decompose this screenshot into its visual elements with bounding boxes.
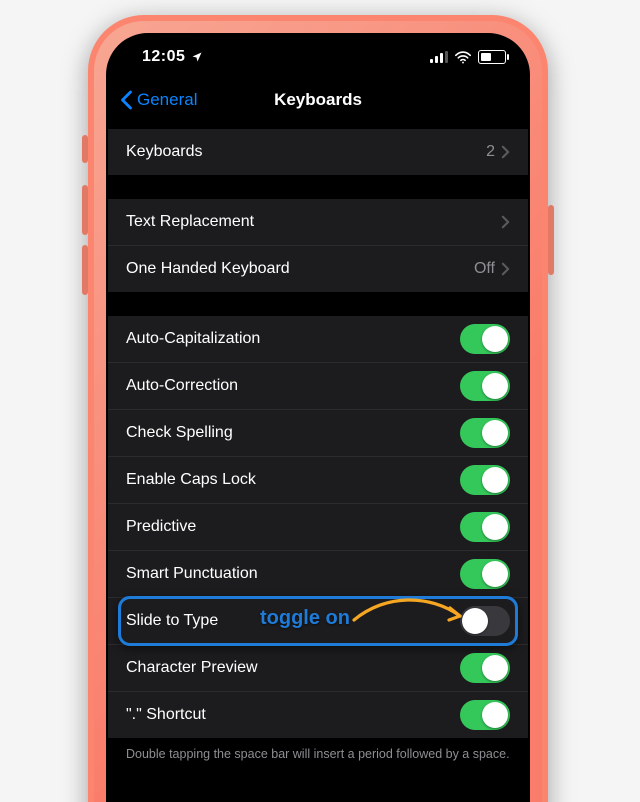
volume-up-button xyxy=(82,185,88,235)
row-value: Off xyxy=(474,260,495,278)
mute-switch xyxy=(82,135,88,163)
volume-down-button xyxy=(82,245,88,295)
row-auto-correction: Auto-Correction xyxy=(108,363,528,410)
row-label: Text Replacement xyxy=(126,213,501,231)
toggle-auto-correction[interactable] xyxy=(460,371,510,401)
row-label: Auto-Capitalization xyxy=(126,330,460,348)
battery-icon xyxy=(478,50,506,64)
row-text-replacement[interactable]: Text Replacement xyxy=(108,199,528,246)
chevron-right-icon xyxy=(501,262,510,276)
row-period-shortcut: "." Shortcut xyxy=(108,692,528,738)
section-keyboards: Keyboards 2 xyxy=(108,129,528,175)
nav-bar: General Keyboards xyxy=(108,79,528,121)
row-check-spelling: Check Spelling xyxy=(108,410,528,457)
wifi-icon xyxy=(454,51,472,64)
screen: 12:05 xyxy=(106,33,530,802)
row-predictive: Predictive xyxy=(108,504,528,551)
chevron-left-icon xyxy=(120,90,133,110)
row-enable-caps-lock: Enable Caps Lock xyxy=(108,457,528,504)
row-label: Enable Caps Lock xyxy=(126,471,460,489)
toggle-predictive[interactable] xyxy=(460,512,510,542)
row-label: Check Spelling xyxy=(126,424,460,442)
chevron-right-icon xyxy=(501,145,510,159)
back-label: General xyxy=(137,90,197,110)
toggle-smart-punctuation[interactable] xyxy=(460,559,510,589)
section-text-entry: Text Replacement One Handed Keyboard Off xyxy=(108,199,528,292)
location-icon xyxy=(191,51,203,63)
toggle-slide-to-type[interactable] xyxy=(460,606,510,636)
row-value: 2 xyxy=(486,143,495,161)
page-title: Keyboards xyxy=(274,90,362,110)
cellular-signal-icon xyxy=(430,51,448,63)
row-keyboards[interactable]: Keyboards 2 xyxy=(108,129,528,175)
row-label: Slide to Type xyxy=(126,612,460,630)
section-keyboard-options: Auto-Capitalization Auto-Correction Chec… xyxy=(108,316,528,738)
row-label: One Handed Keyboard xyxy=(126,260,474,278)
row-label: Character Preview xyxy=(126,659,460,677)
toggle-character-preview[interactable] xyxy=(460,653,510,683)
row-smart-punctuation: Smart Punctuation xyxy=(108,551,528,598)
row-auto-capitalization: Auto-Capitalization xyxy=(108,316,528,363)
chevron-right-icon xyxy=(501,215,510,229)
section-footer: Double tapping the space bar will insert… xyxy=(108,738,528,763)
row-one-handed-keyboard[interactable]: One Handed Keyboard Off xyxy=(108,246,528,292)
row-label: Keyboards xyxy=(126,143,486,161)
side-button xyxy=(548,205,554,275)
row-label: Predictive xyxy=(126,518,460,536)
toggle-enable-caps-lock[interactable] xyxy=(460,465,510,495)
toggle-check-spelling[interactable] xyxy=(460,418,510,448)
status-time: 12:05 xyxy=(142,48,185,66)
toggle-auto-capitalization[interactable] xyxy=(460,324,510,354)
phone-frame: 12:05 xyxy=(88,15,548,802)
notch xyxy=(228,35,408,63)
row-slide-to-type: Slide to Type toggle on xyxy=(108,598,528,645)
row-label: "." Shortcut xyxy=(126,706,460,724)
row-label: Auto-Correction xyxy=(126,377,460,395)
toggle-period-shortcut[interactable] xyxy=(460,700,510,730)
back-button[interactable]: General xyxy=(120,90,197,110)
row-character-preview: Character Preview xyxy=(108,645,528,692)
row-label: Smart Punctuation xyxy=(126,565,460,583)
